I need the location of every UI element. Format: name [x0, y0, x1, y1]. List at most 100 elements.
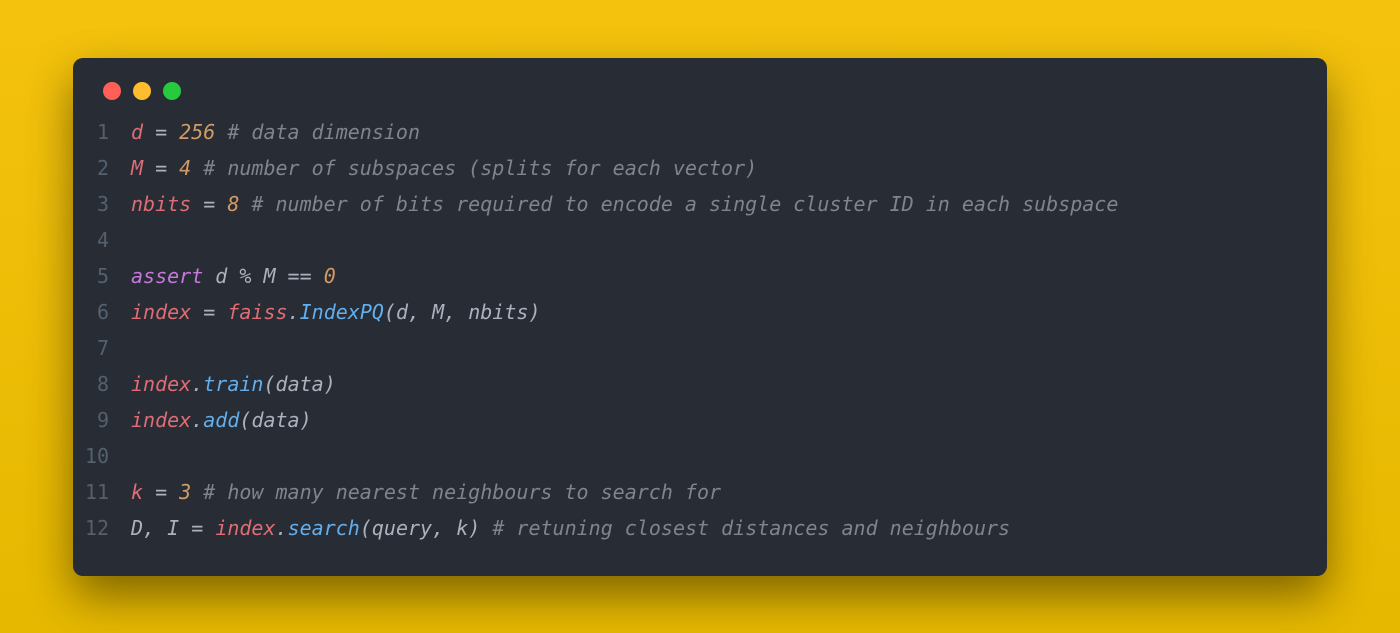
line-content	[131, 222, 1327, 258]
code-line: 11k = 3 # how many nearest neighbours to…	[73, 474, 1327, 510]
code-token: index	[131, 300, 191, 324]
code-token: 4	[179, 156, 191, 180]
code-token: ,	[444, 300, 468, 324]
code-token: index	[215, 516, 275, 540]
code-token: )	[468, 516, 480, 540]
code-token: assert	[131, 264, 203, 288]
line-number: 5	[73, 258, 131, 294]
line-number: 4	[73, 222, 131, 258]
code-token: =	[191, 192, 227, 216]
code-token: # how many nearest neighbours to search …	[203, 480, 721, 504]
code-token: nbits	[131, 192, 191, 216]
code-line: 2M = 4 # number of subspaces (splits for…	[73, 150, 1327, 186]
code-line: 8index.train(data)	[73, 366, 1327, 402]
code-token: index	[131, 408, 191, 432]
line-number: 10	[73, 438, 131, 474]
code-line: 9index.add(data)	[73, 402, 1327, 438]
code-token: M	[131, 156, 143, 180]
minimize-icon[interactable]	[133, 82, 151, 100]
code-token: nbits	[468, 300, 528, 324]
code-token: ==	[288, 264, 312, 288]
close-icon[interactable]	[103, 82, 121, 100]
code-token: =	[179, 516, 215, 540]
code-token: =	[143, 156, 179, 180]
code-token: data	[251, 408, 299, 432]
code-token: .	[191, 372, 203, 396]
code-token	[239, 192, 251, 216]
code-token: k	[456, 516, 468, 540]
code-token: =	[143, 120, 179, 144]
line-content: assert d % M == 0	[131, 258, 1327, 294]
code-token: train	[203, 372, 263, 396]
code-token: add	[203, 408, 239, 432]
code-token	[215, 120, 227, 144]
code-token: d	[131, 120, 143, 144]
code-token: =	[191, 300, 227, 324]
code-token: k	[131, 480, 143, 504]
code-token: d	[203, 264, 239, 288]
code-token: M	[251, 264, 287, 288]
code-token: M	[432, 300, 444, 324]
code-token: 3	[179, 480, 191, 504]
code-token: =	[143, 480, 179, 504]
code-line: 4	[73, 222, 1327, 258]
line-content	[131, 330, 1327, 366]
line-content: D, I = index.search(query, k) # retuning…	[131, 510, 1327, 546]
code-token: ,	[432, 516, 456, 540]
line-number: 11	[73, 474, 131, 510]
code-token	[191, 480, 203, 504]
code-token: .	[276, 516, 288, 540]
code-token: (	[239, 408, 251, 432]
code-token: (	[384, 300, 396, 324]
code-token: (	[263, 372, 275, 396]
line-content	[131, 438, 1327, 474]
code-line: 1d = 256 # data dimension	[73, 114, 1327, 150]
line-number: 6	[73, 294, 131, 330]
code-token: %	[239, 264, 251, 288]
zoom-icon[interactable]	[163, 82, 181, 100]
code-token: # number of subspaces (splits for each v…	[203, 156, 757, 180]
code-token	[191, 156, 203, 180]
line-content: index.add(data)	[131, 402, 1327, 438]
code-token: 256	[179, 120, 215, 144]
code-line: 5assert d % M == 0	[73, 258, 1327, 294]
code-token: # data dimension	[227, 120, 420, 144]
code-line: 12D, I = index.search(query, k) # retuni…	[73, 510, 1327, 546]
code-token: .	[191, 408, 203, 432]
code-token: index	[131, 372, 191, 396]
code-window: 1d = 256 # data dimension2M = 4 # number…	[73, 58, 1327, 576]
code-token: ,	[408, 300, 432, 324]
code-token: )	[324, 372, 336, 396]
line-number: 1	[73, 114, 131, 150]
code-token: faiss	[227, 300, 287, 324]
code-token	[312, 264, 324, 288]
line-number: 8	[73, 366, 131, 402]
line-content: d = 256 # data dimension	[131, 114, 1327, 150]
code-token: .	[288, 300, 300, 324]
line-number: 12	[73, 510, 131, 546]
line-content: k = 3 # how many nearest neighbours to s…	[131, 474, 1327, 510]
code-token: d	[396, 300, 408, 324]
code-token: 8	[227, 192, 239, 216]
code-line: 10	[73, 438, 1327, 474]
code-token: )	[528, 300, 540, 324]
window-titlebar	[73, 82, 1327, 114]
code-token: # retuning closest distances and neighbo…	[492, 516, 1010, 540]
code-token: data	[276, 372, 324, 396]
line-content: nbits = 8 # number of bits required to e…	[131, 186, 1327, 222]
line-content: index = faiss.IndexPQ(d, M, nbits)	[131, 294, 1327, 330]
code-token: )	[300, 408, 312, 432]
code-token: # number of bits required to encode a si…	[251, 192, 1118, 216]
line-content: index.train(data)	[131, 366, 1327, 402]
code-token: 0	[324, 264, 336, 288]
code-token: query	[372, 516, 432, 540]
code-token: IndexPQ	[300, 300, 384, 324]
line-number: 9	[73, 402, 131, 438]
code-line: 6index = faiss.IndexPQ(d, M, nbits)	[73, 294, 1327, 330]
code-token: ,	[143, 516, 167, 540]
line-number: 3	[73, 186, 131, 222]
code-token: I	[167, 516, 179, 540]
code-line: 3nbits = 8 # number of bits required to …	[73, 186, 1327, 222]
line-number: 7	[73, 330, 131, 366]
code-line: 7	[73, 330, 1327, 366]
